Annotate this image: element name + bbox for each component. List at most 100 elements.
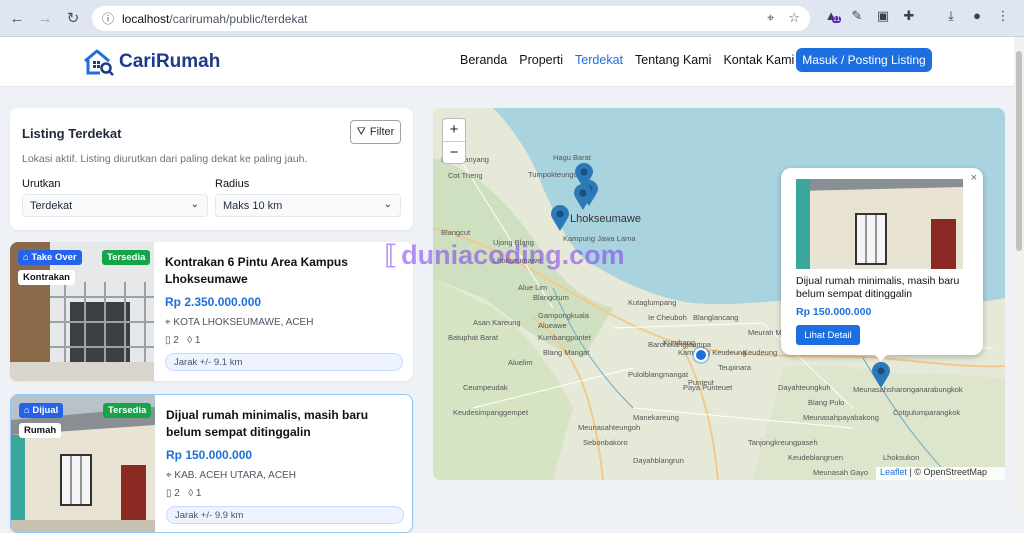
listing-title[interactable]: Kontrakan 6 Pintu Area Kampus Lhokseumaw… (165, 254, 405, 288)
map-place-label: Kumbangpuntet (538, 333, 591, 342)
map-place-label: Blanglancang (693, 313, 739, 322)
map-place-label: Dayahteungkuh (778, 383, 831, 392)
map-popup: × Dijual rumah minimalis, masih baru bel… (781, 168, 983, 355)
pen-icon[interactable]: ✎ (844, 8, 870, 24)
info-icon[interactable]: ⓘ (102, 10, 114, 27)
radius-label: Radius (215, 178, 250, 190)
map-marker[interactable] (551, 205, 569, 231)
bookmark-star-icon[interactable]: ☆ (788, 10, 800, 26)
listing-specs: ▯ 2 ◊ 1 (165, 335, 201, 346)
popup-title: Dijual rumah minimalis, masih baru belum… (796, 275, 960, 300)
site-navbar: CariRumah Beranda Properti Terdekat Tent… (0, 37, 1014, 87)
category-badge: Kontrakan (18, 270, 75, 285)
view-detail-button[interactable]: Lihat Detail (796, 325, 860, 345)
map-place-label: Batuphat Barat (448, 333, 499, 342)
map-place-label: Dayahblangrun (633, 456, 684, 465)
close-icon[interactable]: × (971, 172, 977, 184)
main-nav: Beranda Properti Terdekat Tentang Kami K… (460, 53, 794, 67)
map-marker[interactable] (574, 184, 592, 210)
map-place-label: Asan Kareung (473, 318, 521, 327)
map-place-label: Meunasahsharonganarabungkok (853, 385, 963, 394)
sort-label: Urutkan (22, 178, 61, 190)
filter-button[interactable]: ⛛ Filter (350, 120, 401, 144)
radius-select[interactable]: Maks 10 km ⌄ (215, 194, 401, 217)
map-place-label: Cotgulumparangkok (893, 408, 961, 417)
watermark: ⟦ duniacoding.com (384, 239, 625, 270)
status-badge: Tersedia (103, 403, 152, 418)
listing-card[interactable]: ⌂ Take Over Kontrakan Tersedia Kontrakan… (10, 242, 413, 381)
map-place-label: Pulolblangmangat (628, 370, 689, 379)
profile-avatar[interactable]: ● (964, 8, 990, 24)
watermark-logo-icon: ⟦ (384, 239, 398, 270)
map-place-label: Tumpokteungoh (528, 170, 582, 179)
listing-title[interactable]: Dijual rumah minimalis, masih baru belum… (166, 407, 406, 441)
distance-pill: Jarak +/- 9.9 km (166, 506, 404, 524)
chevron-down-icon: ⌄ (190, 199, 199, 210)
map-place-label: Paya Punteuet (683, 383, 733, 392)
login-post-button[interactable]: Masuk / Posting Listing (796, 48, 932, 72)
map-marker[interactable] (872, 362, 890, 388)
map-place-label: Lhoksukon (883, 453, 920, 462)
scrollbar-thumb[interactable] (1016, 51, 1022, 251)
listing-specs: ▯ 2 ◊ 1 (166, 488, 202, 499)
map-place-label: Keudesimpanggempet (453, 408, 529, 417)
map-place-label: Cot Trieng (448, 171, 483, 180)
zoom-out-button[interactable]: − (443, 142, 465, 164)
menu-icon[interactable]: ⋮ (990, 8, 1016, 24)
address-bar[interactable]: ⓘ localhost /carirumah/public/terdekat ⌖… (92, 6, 810, 31)
map-place-label: Blangcut (441, 228, 471, 237)
map-place-label: Keudeblangruen (788, 453, 844, 462)
nav-properti[interactable]: Properti (519, 53, 563, 67)
panel-description: Lokasi aktif. Listing diurutkan dari pal… (22, 153, 308, 165)
type-badge: ⌂ Dijual (19, 403, 64, 418)
listing-card[interactable]: ⌂ Dijual Rumah Tersedia Dijual rumah min… (10, 394, 413, 533)
map-place-label: Sebonbakoro (583, 438, 628, 447)
map-place-label: Aluelim (508, 358, 533, 367)
map-place-label: Kampung Keudeung (678, 348, 747, 357)
url-host: localhost (122, 11, 170, 26)
extension-icon[interactable]: ▲ 11 (818, 8, 844, 24)
map-place-label: Meunasahpayabakong (803, 413, 879, 422)
page-scrollbar[interactable] (1014, 37, 1024, 513)
popup-tip (873, 353, 889, 361)
location-icon[interactable]: ⌖ (767, 10, 774, 26)
map-place-label: Blang Mangat (543, 348, 590, 357)
map-place-label: Ceumpeudak (463, 383, 508, 392)
distance-pill: Jarak +/- 9.1 km (165, 353, 403, 371)
nav-beranda[interactable]: Beranda (460, 53, 507, 67)
map-place-label: Hagu Barat (553, 153, 591, 162)
puzzle-icon[interactable]: ✚ (896, 8, 922, 24)
nav-terdekat[interactable]: Terdekat (575, 53, 623, 67)
back-icon[interactable]: ← (6, 7, 28, 29)
map-place-label: Blangcrum (533, 293, 569, 302)
map-place-label: Teupinara (718, 363, 751, 372)
brand-name: CariRumah (119, 51, 221, 72)
forward-icon[interactable]: → (34, 7, 56, 29)
leaflet-link[interactable]: Leaflet (880, 467, 907, 477)
map-place-label: Tanjongkreungpaseh (748, 438, 818, 447)
listing-price: Rp 150.000.000 (166, 448, 253, 462)
reload-icon[interactable]: ↻ (62, 7, 84, 29)
category-badge: Rumah (19, 423, 62, 438)
map-place-label: Meunasah Gayo (813, 468, 869, 477)
sort-value: Terdekat (30, 199, 73, 212)
sort-select[interactable]: Terdekat ⌄ (22, 194, 208, 217)
panel-title: Listing Terdekat (22, 126, 122, 141)
translate-icon[interactable]: ▣ (870, 8, 896, 24)
current-location-dot (694, 348, 708, 362)
download-icon[interactable]: ⤓ (938, 8, 964, 24)
bath-icon: ◊ (188, 488, 196, 499)
nav-tentang-kami[interactable]: Tentang Kami (635, 53, 711, 67)
house-search-icon (84, 49, 114, 76)
map-place-label: Blang Pulo (808, 398, 845, 407)
nav-kontak-kami[interactable]: Kontak Kami (723, 53, 794, 67)
url-path: /carirumah/public/terdekat (169, 11, 308, 26)
map-attribution: Leaflet | © OpenStreetMap (876, 467, 1005, 480)
bath-icon: ◊ (187, 335, 195, 346)
popup-image (796, 179, 963, 269)
nearby-panel: Listing Terdekat ⛛ Filter Lokasi aktif. … (10, 108, 413, 230)
zoom-in-button[interactable]: + (443, 119, 465, 142)
brand-logo[interactable]: CariRumah (83, 48, 220, 76)
listing-location: ⌖ KAB. ACEH UTARA, ACEH (166, 470, 296, 481)
map-place-label: Lhokseumawe (570, 213, 641, 225)
